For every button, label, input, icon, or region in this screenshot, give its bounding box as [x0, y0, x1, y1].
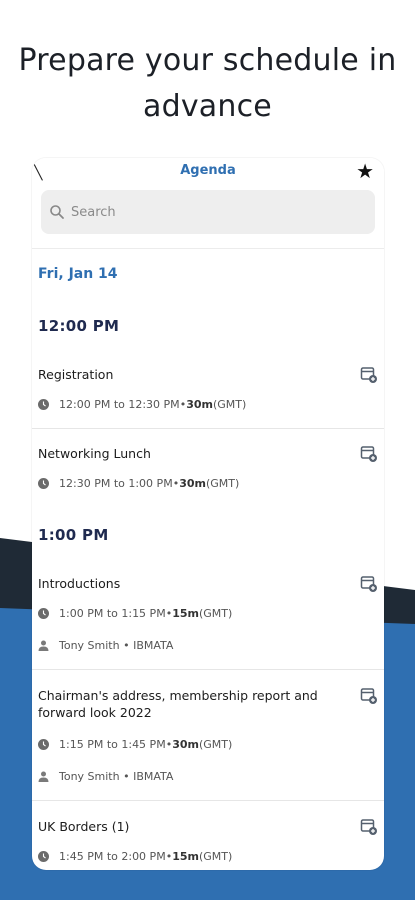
session-item[interactable]: Chairman's address, membership report an… — [32, 687, 384, 801]
session-time: 1:00 PM to 1:15 PM — [59, 607, 166, 620]
session-duration: 30m — [179, 477, 206, 490]
time-heading-1pm: 1:00 PM — [38, 526, 109, 544]
session-title: Registration — [38, 367, 114, 382]
clock-icon — [38, 608, 49, 619]
app-bar: ╲ Agenda ★ — [32, 158, 384, 186]
session-timezone: (GMT) — [198, 607, 233, 620]
session-timezone: (GMT) — [212, 398, 247, 411]
session-duration: 30m — [186, 398, 213, 411]
time-heading-12pm: 12:00 PM — [38, 317, 120, 335]
person-icon — [38, 771, 49, 782]
star-icon[interactable]: ★ — [356, 160, 374, 182]
session-item[interactable]: UK Borders (1) 1:45 PM to 2:00 PM • 15m … — [32, 818, 384, 870]
promo-headline: Prepare your schedule in advance — [0, 38, 415, 130]
session-title: Chairman's address, membership report an… — [38, 688, 318, 720]
headline-line-2: advance — [143, 89, 272, 124]
session-item[interactable]: Introductions 1:00 PM to 1:15 PM • 15m (… — [32, 575, 384, 670]
session-time-row: 1:45 PM to 2:00 PM • 15m (GMT) — [38, 850, 232, 863]
session-timezone: (GMT) — [198, 738, 233, 751]
search-icon — [50, 205, 64, 219]
session-item[interactable]: Networking Lunch 12:30 PM to 1:00 PM • 3… — [32, 445, 384, 507]
session-time-row: 1:15 PM to 1:45 PM • 30m (GMT) — [38, 738, 232, 751]
session-time: 12:00 PM to 12:30 PM — [59, 398, 180, 411]
search-bar[interactable] — [41, 190, 375, 234]
add-to-calendar-icon[interactable] — [360, 445, 378, 463]
session-time-row: 12:30 PM to 1:00 PM • 30m (GMT) — [38, 477, 239, 490]
session-time-row: 12:00 PM to 12:30 PM • 30m (GMT) — [38, 398, 246, 411]
add-to-calendar-icon[interactable] — [360, 818, 378, 836]
session-title: UK Borders (1) — [38, 819, 130, 834]
session-speaker: Tony Smith • IBMATA — [59, 770, 174, 783]
date-heading: Fri, Jan 14 — [38, 266, 118, 282]
session-timezone: (GMT) — [198, 850, 233, 863]
session-speaker-row: Tony Smith • IBMATA — [38, 639, 173, 652]
phone-screen: ╲ Agenda ★ Fri, Jan 14 12:00 PM Registra… — [32, 158, 384, 870]
add-to-calendar-icon[interactable] — [360, 575, 378, 593]
session-duration: 15m — [172, 850, 199, 863]
session-time: 1:45 PM to 2:00 PM — [59, 850, 166, 863]
session-speaker-row: Tony Smith • IBMATA — [38, 770, 173, 783]
headline-line-1: Prepare your schedule in — [18, 43, 397, 78]
clock-icon — [38, 739, 49, 750]
add-to-calendar-icon[interactable] — [360, 366, 378, 384]
session-time: 1:15 PM to 1:45 PM — [59, 738, 166, 751]
session-title: Networking Lunch — [38, 446, 151, 461]
clock-icon — [38, 399, 49, 410]
session-speaker: Tony Smith • IBMATA — [59, 639, 174, 652]
session-time-row: 1:00 PM to 1:15 PM • 15m (GMT) — [38, 607, 232, 620]
clock-icon — [38, 478, 49, 489]
session-duration: 30m — [172, 738, 199, 751]
add-to-calendar-icon[interactable] — [360, 687, 378, 705]
session-time: 12:30 PM to 1:00 PM — [59, 477, 173, 490]
session-timezone: (GMT) — [205, 477, 240, 490]
search-input[interactable] — [69, 203, 333, 221]
clock-icon — [38, 851, 49, 862]
search-section — [32, 186, 384, 249]
session-item[interactable]: Registration 12:00 PM to 12:30 PM • 30m … — [32, 366, 384, 429]
session-title: Introductions — [38, 576, 121, 591]
page-title: Agenda — [180, 163, 236, 178]
session-duration: 15m — [172, 607, 199, 620]
person-icon — [38, 640, 49, 651]
